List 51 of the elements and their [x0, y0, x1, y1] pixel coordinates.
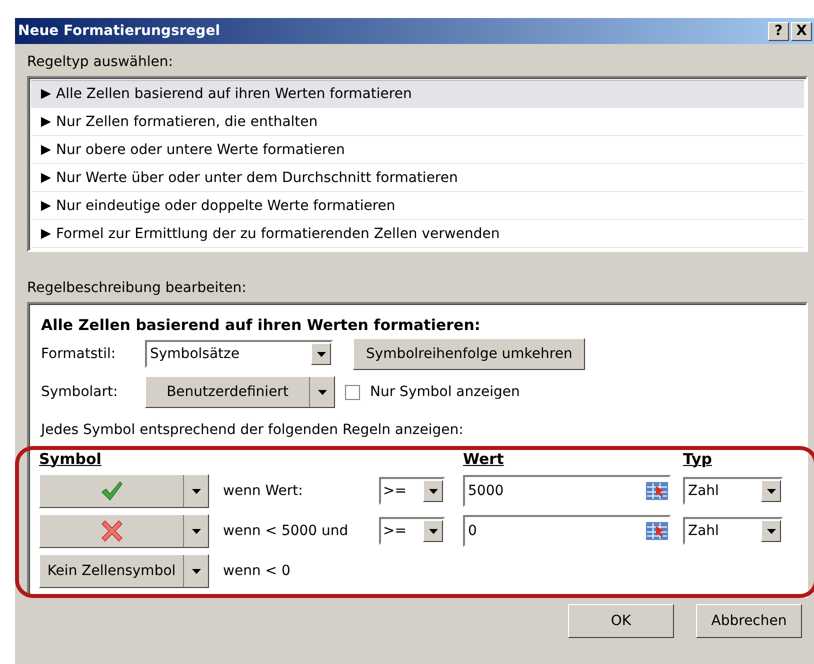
rule-type-item[interactable]: Alle Zellen basierend auf ihren Werten formatieren — [31, 80, 804, 108]
section-label: Regelbeschreibung bearbeiten: — [27, 280, 248, 296]
cross-mark-icon — [100, 520, 122, 542]
dropdown-arrow-icon[interactable] — [316, 352, 326, 356]
column-header: Wert — [463, 450, 505, 468]
field-label: Formatstil: — [41, 346, 117, 362]
triangle-icon — [41, 116, 51, 126]
triangle-icon — [41, 172, 51, 182]
symbol-dropdown[interactable] — [39, 514, 209, 548]
triangle-icon — [41, 89, 51, 99]
ok-button[interactable]: OK — [568, 604, 674, 638]
window-title: Neue Formatierungsregel — [18, 23, 221, 39]
dropdown-arrow-icon[interactable] — [428, 488, 438, 494]
symbol-type-dropdown[interactable]: Benutzerdefiniert — [145, 376, 335, 408]
condition-label: wenn < 5000 und — [222, 523, 350, 539]
instruction-text: Jedes Symbol entsprechend der folgenden Regeln anzeigen: — [41, 422, 464, 438]
dropdown-arrow-icon[interactable] — [192, 488, 200, 494]
column-header: Typ — [683, 450, 713, 468]
check-mark-icon — [100, 481, 122, 501]
dropdown-arrow-icon[interactable] — [766, 528, 776, 534]
type-dropdown[interactable]: Zahl — [683, 517, 783, 545]
triangle-icon — [41, 228, 51, 238]
triangle-icon — [41, 144, 51, 154]
symbol-dropdown[interactable] — [39, 474, 209, 508]
operator-dropdown[interactable]: >= — [379, 477, 445, 505]
dropdown-arrow-icon[interactable] — [318, 390, 326, 394]
column-header: Symbol — [39, 450, 102, 468]
dropdown-arrow-icon[interactable] — [192, 528, 200, 534]
condition-label: wenn Wert: — [222, 483, 304, 499]
dropdown-arrow-icon[interactable] — [428, 528, 438, 534]
reverse-order-button[interactable]: Symbolreihenfolge umkehren — [353, 338, 586, 370]
help-button[interactable]: ? — [768, 22, 789, 40]
symbol-dropdown[interactable]: Kein Zellensymbol — [39, 554, 209, 588]
close-button[interactable]: X — [791, 22, 812, 40]
panel-heading: Alle Zellen basierend auf ihren Werten formatieren: — [41, 316, 482, 334]
type-dropdown[interactable]: Zahl — [683, 477, 783, 505]
operator-dropdown[interactable]: >= — [379, 517, 445, 545]
dropdown-arrow-icon[interactable] — [766, 488, 776, 494]
cell-reference-icon[interactable] — [645, 480, 669, 502]
condition-label: wenn < 0 — [222, 563, 292, 579]
cancel-button[interactable]: Abbrechen — [696, 604, 802, 638]
checkbox-label: Nur Symbol anzeigen — [370, 384, 520, 400]
cell-reference-icon[interactable] — [645, 520, 669, 542]
format-style-dropdown[interactable]: Symbolsätze — [145, 340, 333, 368]
value-field[interactable]: 0 — [463, 515, 671, 547]
section-label: Regeltyp auswählen: — [27, 54, 174, 70]
dropdown-arrow-icon[interactable] — [192, 568, 200, 574]
triangle-icon — [41, 200, 51, 210]
checkbox[interactable] — [345, 384, 360, 400]
value-field[interactable]: 5000 — [463, 475, 671, 507]
field-label: Symbolart: — [41, 384, 119, 400]
